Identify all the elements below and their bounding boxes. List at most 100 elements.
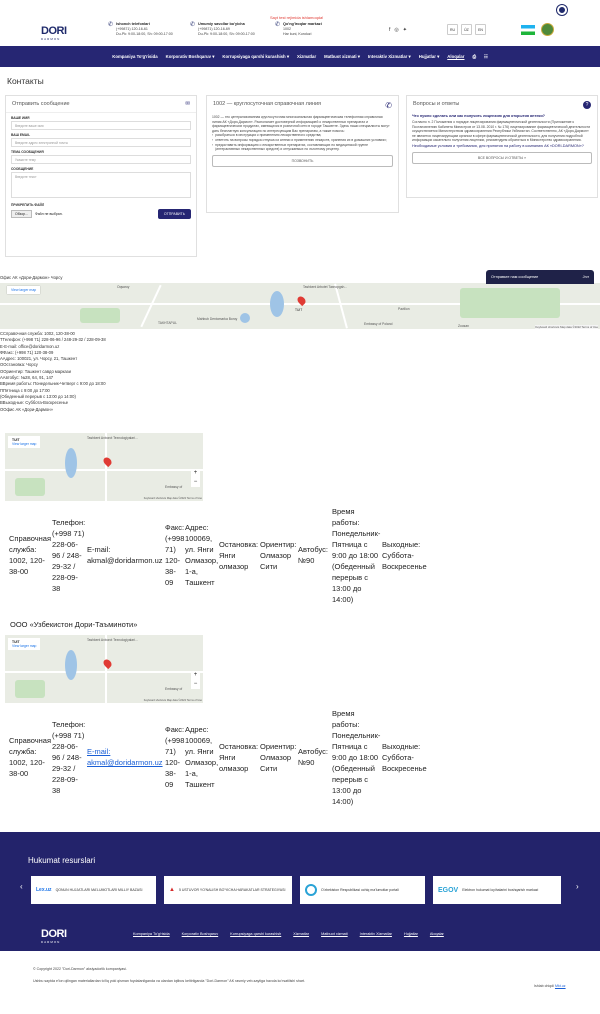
footer-link[interactable]: Xizmatlar	[293, 932, 309, 936]
call-button[interactable]: ПОЗВОНИТЬ	[212, 154, 393, 167]
branch-cell-stop: Остановка: Янги олмазор	[219, 539, 259, 571]
sitemap-icon[interactable]: ☷	[484, 54, 488, 60]
email-label: ВАШ EMAIL	[11, 133, 31, 137]
chat-widget[interactable]: Отправьте нам сообщение Jrvr	[486, 270, 594, 284]
nav-item-services[interactable]: Xizmatlar	[297, 54, 316, 59]
resource-card[interactable]: O'zbekiston Respublikasi ochiq ma'lumotl…	[300, 876, 425, 904]
chat-action[interactable]: Jrvr	[583, 275, 589, 279]
resource-card[interactable]: EGOV Elektron hukumat loyihalarini boshqa…	[433, 876, 561, 904]
carousel-next-icon[interactable]: ›	[576, 882, 579, 891]
footer-link[interactable]: Kompaniya To'g'risida	[133, 932, 170, 936]
branch-cell-hours: Время работы: Понедельник-Пятница с 9:00…	[332, 506, 381, 604]
contact-phone[interactable]: 1002	[283, 27, 291, 31]
main-nav: Kompaniya To'g'risida Korporativ Boshqar…	[0, 46, 600, 67]
facebook-icon[interactable]: f	[389, 27, 390, 33]
footer-link[interactable]: Matbuot xizmati	[321, 932, 348, 936]
nav-item-contacts[interactable]: Aloqalar	[447, 54, 464, 59]
resources-title: Hukumat resurslari	[28, 856, 96, 865]
nav-item-governance[interactable]: Korporativ Boshqaruv ▾	[166, 54, 215, 60]
branch1-map[interactable]: TUIT View larger map Tashkent Axborot Tex…	[5, 433, 203, 501]
contact-general: ✆ Umumiy savollar bo'yicha (+99871) 120-1…	[190, 22, 255, 37]
branch-cell-email[interactable]: E-mail: akmal@doridarmon.uz	[86, 746, 164, 768]
branch-cell-email[interactable]: E-mail: akmal@doridarmon.uz	[86, 544, 164, 566]
footer-link[interactable]: Korrupsiyaga qarshi kurashish	[230, 932, 281, 936]
logo-text: DORI	[41, 928, 67, 940]
branch-cell-weekend: Выходные: Суббота-Воскресенье	[382, 539, 427, 571]
faq-question[interactable]: Что нужно сделать или как получить лицен…	[412, 114, 592, 118]
branch-cell-fax: Факс: (+998 71) 120-38-09	[165, 523, 185, 587]
nav-item-interactive[interactable]: Interaktiv Xizmatlar ▾	[368, 54, 411, 60]
branch-cell-bus: Автобус: №90	[298, 747, 328, 767]
branch2-contacts: Справочная служба: 1002, 120-38-00 Телеф…	[8, 705, 438, 809]
info-line: TТелефон: (+998 71) 228-06-96 / 248-29-3…	[0, 337, 106, 343]
nav-label: Interaktiv Xizmatlar	[367, 53, 408, 59]
lang-uz[interactable]: ÛZ	[461, 24, 472, 35]
map-lake	[65, 448, 77, 478]
submit-button[interactable]: ОТПРАВИТЬ	[157, 209, 191, 219]
twitter-icon[interactable]: ✦	[403, 27, 407, 33]
map-label: TAKHTAPUL	[158, 321, 177, 325]
message-form: Отправить сообщение ✉ ВАШЕ ИМЯ Введите в…	[5, 95, 197, 257]
footer-link[interactable]: Aloqalar	[430, 932, 444, 936]
logo[interactable]: DORI DARMON	[41, 25, 67, 41]
hotline-bullet: › предоставить информацию о лекарственных…	[212, 143, 393, 152]
branch-cell-phone: Телефон: (+998 71) 228-06-96 / 248-29-32…	[52, 517, 86, 593]
nav-label: Korporativ Boshqaruv	[165, 53, 212, 59]
map-pin-icon[interactable]	[101, 657, 114, 670]
map-pin-icon[interactable]	[101, 455, 114, 468]
accessibility-eye-icon[interactable]	[557, 5, 567, 15]
contact-phone[interactable]: (+99871) 120-16-69	[198, 27, 230, 31]
nav-item-documents[interactable]: Hujjatlar ▾	[419, 54, 440, 60]
view-larger-map-link[interactable]: View larger map	[12, 442, 36, 446]
zoom-controls[interactable]: + −	[191, 671, 200, 689]
zoom-controls[interactable]: + −	[191, 469, 200, 487]
view-larger-map-link[interactable]: View larger map	[7, 286, 41, 294]
branch-cell-hotline: Справочная служба: 1002, 120-38-00	[9, 534, 52, 576]
instagram-icon[interactable]: ◎	[394, 27, 398, 33]
message-textarea[interactable]: Введите текст	[11, 172, 191, 198]
file-browse-button[interactable]: Обзор...	[11, 210, 33, 218]
carousel-prev-icon[interactable]: ‹	[20, 882, 23, 891]
footer-link[interactable]: Korporativ Boshqaruv	[182, 932, 219, 936]
map-label: TUIT	[295, 308, 303, 312]
phone-icon: ✆	[190, 22, 196, 28]
lang-en[interactable]: EN	[475, 24, 486, 35]
resource-label: QONUN HUJJATLARI MA'LUMOTLARI MILLIY BAZ…	[55, 888, 143, 892]
view-larger-map-link[interactable]: View larger map	[12, 644, 36, 648]
footer-link[interactable]: Interaktiv Xizmatlar	[360, 932, 392, 936]
name-input[interactable]: Введите ваше имя	[11, 121, 191, 130]
question-icon: ?	[583, 101, 591, 109]
faq-link[interactable]: Необходимые условия и требования, для пр…	[412, 144, 592, 149]
resource-card[interactable]: ▲ 5 USTUVOR YO'NALISH BO'YICHA HARAKATLAR…	[164, 876, 292, 904]
map-label: Embassy of Poland	[364, 322, 393, 326]
nav-item-press[interactable]: Matbuot xizmati ▾	[324, 54, 360, 60]
email-input[interactable]: Введите адрес электронной почты	[11, 138, 191, 147]
branch-cell-landmark: Ориентир: Олмазор Сити	[260, 741, 297, 773]
social-links: f ◎ ✦	[389, 27, 407, 33]
map-place-card: TUIT View larger map	[8, 638, 41, 650]
developer-link[interactable]: Mkt.uz	[555, 984, 566, 988]
footer-logo[interactable]: DORI DARMON	[41, 928, 67, 944]
office-info: CСправочная служба: 1002, 120-38-00 TТел…	[0, 331, 106, 413]
contact-hours: Har kuni, Kunduzi	[283, 32, 312, 36]
bullet-text: предоставить информацию о лекарственных …	[215, 142, 368, 152]
lang-ru[interactable]: RU	[447, 24, 458, 35]
office-map[interactable]: View larger map TUIT Tashkent Arbotet Ta…	[0, 283, 600, 329]
state-emblem-icon	[541, 23, 554, 36]
contact-phone[interactable]: (+99871) 120-16-61	[116, 27, 148, 31]
branch2-title: ООО «Узбекистон Дори-Таъминоти»	[10, 620, 138, 629]
map-road	[105, 635, 107, 703]
subject-input[interactable]: Укажите тему	[11, 155, 191, 164]
footer-link[interactable]: Hujjatlar	[404, 932, 418, 936]
nav-item-anticorruption[interactable]: Korrupsiyaga qarshi kurashish ▾	[222, 54, 289, 60]
print-icon[interactable]: ⎙	[472, 54, 475, 59]
map-park	[460, 288, 560, 318]
all-faq-button[interactable]: ВСЕ ВОПРОСЫ И ОТВЕТЫ »	[412, 151, 592, 164]
resource-card[interactable]: Lex.uz QONUN HUJJATLARI MA'LUMOTLARI MILL…	[31, 876, 156, 904]
branch-cell-bus: Автобус: №90	[298, 545, 328, 565]
footer-nav: Kompaniya To'g'risida Korporativ Boshqar…	[133, 932, 444, 936]
nav-item-company[interactable]: Kompaniya To'g'risida	[112, 54, 157, 59]
map-label: Pavilion	[398, 307, 410, 311]
map-footer: Keyboard shortcuts Map data ©2022 Terms …	[143, 497, 202, 500]
branch2-map[interactable]: TUIT View larger map Tashkent Axborot Tex…	[5, 635, 203, 703]
